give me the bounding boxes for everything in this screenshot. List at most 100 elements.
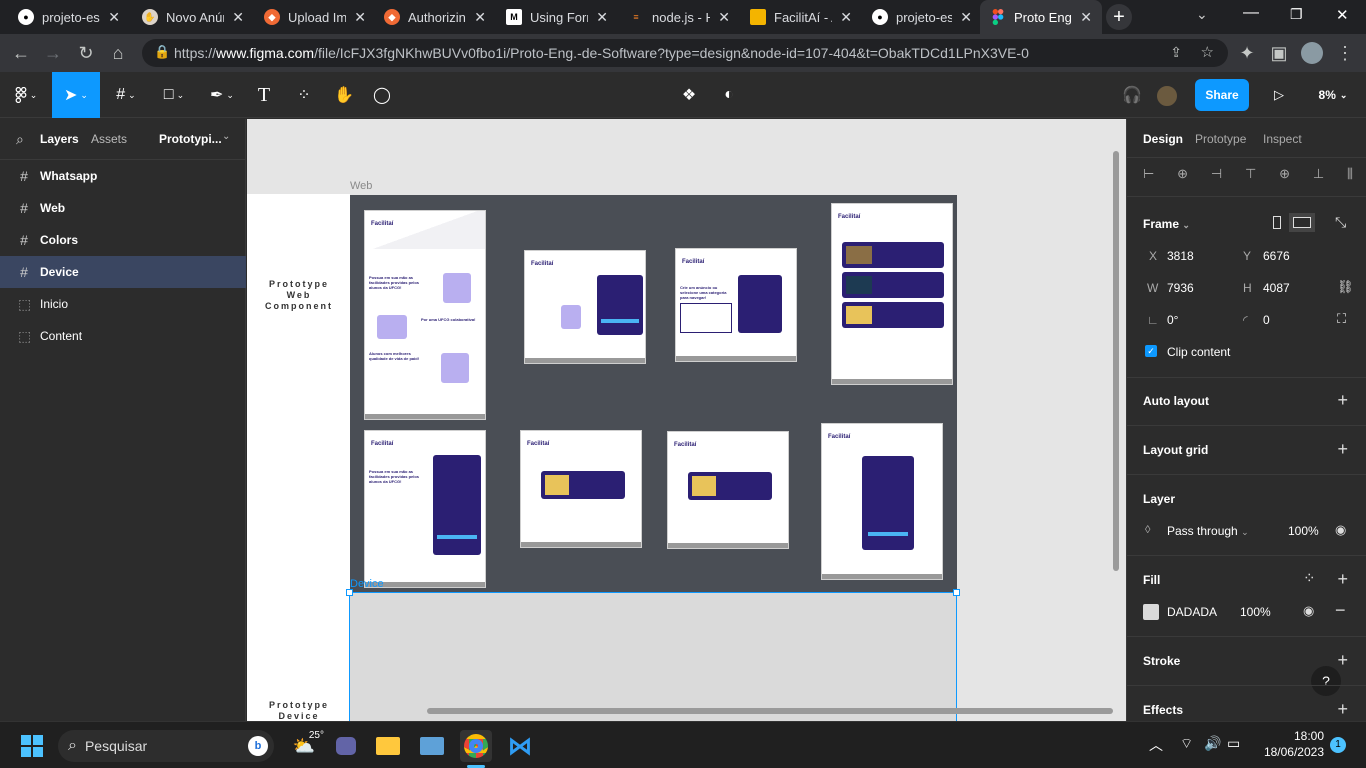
fill-hex-input[interactable]: DADADA bbox=[1167, 605, 1217, 619]
file-explorer-icon[interactable] bbox=[372, 730, 404, 762]
forward-icon[interactable]: → bbox=[42, 42, 64, 64]
layer-opacity-input[interactable]: 100% bbox=[1288, 524, 1319, 538]
hand-tool-icon[interactable]: ✋ bbox=[328, 72, 360, 118]
mockup-category-page[interactable]: Facilitaí Crie um anúncio ou selecione u… bbox=[675, 248, 797, 362]
radius-input[interactable]: 0 bbox=[1263, 313, 1270, 327]
align-center-h-icon[interactable]: ⊕ bbox=[1177, 166, 1188, 182]
layer-whatsapp[interactable]: # Whatsapp bbox=[0, 160, 246, 192]
tab-9-active[interactable]: Proto Eng. ✕ bbox=[980, 0, 1102, 34]
close-window-icon[interactable]: ✕ bbox=[1336, 6, 1349, 24]
volume-icon[interactable]: 🔊 bbox=[1204, 735, 1221, 752]
profile-avatar[interactable] bbox=[1301, 42, 1323, 64]
mockup-upload-page-2[interactable]: Facilitaí bbox=[667, 431, 789, 549]
share-button[interactable]: Share bbox=[1195, 79, 1249, 111]
frame-dropdown[interactable]: Frame ⌄ bbox=[1143, 217, 1190, 231]
add-fill-icon[interactable]: + bbox=[1337, 569, 1348, 590]
mockup-profile-page[interactable]: Facilitaí bbox=[821, 423, 943, 580]
zoom-dropdown[interactable]: 8% ⌄ bbox=[1310, 72, 1356, 118]
vscode-icon[interactable]: ⋈ bbox=[504, 730, 536, 762]
layer-content[interactable]: ⬚ Content bbox=[0, 320, 246, 352]
tab-5[interactable]: M Using Forr ✕ bbox=[496, 0, 618, 34]
mockup-login-page[interactable]: Facilitaí bbox=[524, 250, 646, 364]
move-tool-icon[interactable]: ➤ ⌄ bbox=[52, 72, 100, 118]
notification-badge[interactable]: 1 bbox=[1330, 737, 1346, 753]
tab-7[interactable]: FacilitAí - A ✕ bbox=[740, 0, 862, 34]
blend-mode-dropdown[interactable]: Pass through ⌄ bbox=[1167, 524, 1249, 538]
photos-icon[interactable] bbox=[416, 730, 448, 762]
url-input[interactable]: 🔒 https://www.figma.com/file/IcFJX3fgNKh… bbox=[142, 39, 1228, 67]
reload-icon[interactable]: ↻ bbox=[75, 42, 97, 64]
present-play-icon[interactable]: ▷ bbox=[1264, 72, 1294, 118]
web-frame[interactable]: Facilitaí Possua em sua mão as facilidad… bbox=[350, 195, 957, 592]
pen-tool-icon[interactable]: ✒ ⌄ bbox=[200, 72, 244, 118]
tab-inspect[interactable]: Inspect bbox=[1263, 132, 1302, 146]
headphones-icon[interactable]: 🎧 bbox=[1116, 72, 1148, 118]
tab-6[interactable]: ≡ node.js - H ✕ bbox=[618, 0, 740, 34]
close-tab-icon[interactable]: ✕ bbox=[474, 9, 486, 26]
portrait-icon[interactable] bbox=[1273, 216, 1281, 229]
bookmark-star-icon[interactable]: ☆ bbox=[1201, 43, 1214, 61]
mockup-home-page[interactable]: Facilitaí Possua em sua mão as facilidad… bbox=[364, 210, 486, 420]
close-tab-icon[interactable]: ✕ bbox=[108, 9, 120, 26]
fill-opacity-input[interactable]: 100% bbox=[1240, 605, 1271, 619]
tab-prototype[interactable]: Prototype bbox=[1195, 132, 1246, 146]
layer-web[interactable]: # Web bbox=[0, 192, 246, 224]
new-tab-button[interactable]: + bbox=[1106, 4, 1132, 30]
resize-to-fit-icon[interactable]: ⤡ bbox=[1335, 214, 1346, 231]
layer-inicio[interactable]: ⬚ Inicio bbox=[0, 288, 246, 320]
y-input[interactable]: 6676 bbox=[1263, 249, 1290, 263]
text-tool-icon[interactable]: T bbox=[248, 72, 280, 118]
wifi-icon[interactable]: ⌔ bbox=[1180, 735, 1193, 753]
x-input[interactable]: 3818 bbox=[1167, 249, 1194, 263]
close-tab-icon[interactable]: ✕ bbox=[960, 9, 972, 26]
width-input[interactable]: 7936 bbox=[1167, 281, 1194, 295]
tab-assets[interactable]: Assets bbox=[91, 132, 127, 146]
user-avatar[interactable] bbox=[1155, 84, 1179, 108]
teams-icon[interactable] bbox=[330, 730, 362, 762]
close-tab-icon[interactable]: ✕ bbox=[1080, 9, 1092, 26]
add-stroke-icon[interactable]: + bbox=[1337, 650, 1348, 671]
fill-color-swatch[interactable] bbox=[1143, 604, 1159, 620]
independent-corners-icon[interactable]: ⛶ bbox=[1337, 311, 1346, 327]
frame-label-device[interactable]: Device bbox=[350, 578, 384, 590]
distribute-icon[interactable]: ⫼ bbox=[1347, 166, 1353, 182]
fill-styles-icon[interactable]: ⁘ bbox=[1303, 569, 1316, 587]
rotation-input[interactable]: 0° bbox=[1167, 313, 1178, 327]
help-button[interactable]: ? bbox=[1311, 666, 1341, 696]
frame-label-web[interactable]: Web bbox=[350, 180, 372, 192]
clip-content-checkbox[interactable]: ✓ bbox=[1145, 345, 1157, 357]
shape-tool-icon[interactable]: □ ⌄ bbox=[152, 72, 196, 118]
home-icon[interactable]: ⌂ bbox=[107, 42, 129, 64]
height-input[interactable]: 4087 bbox=[1263, 281, 1290, 295]
fill-visibility-eye-icon[interactable]: ◉ bbox=[1303, 603, 1314, 619]
page-dropdown[interactable]: Prototypi... bbox=[159, 132, 222, 146]
tab-8[interactable]: ● projeto-es ✕ bbox=[862, 0, 982, 34]
tab-design[interactable]: Design bbox=[1143, 132, 1183, 146]
windows-start-icon[interactable] bbox=[16, 730, 48, 762]
tab-3[interactable]: ◆ Upload Im ✕ bbox=[254, 0, 376, 34]
chevron-up-icon[interactable]: ︿ bbox=[1149, 735, 1163, 755]
resize-handle[interactable] bbox=[346, 589, 353, 596]
comment-tool-icon[interactable]: ◯ bbox=[366, 72, 398, 118]
align-right-icon[interactable]: ⊣ bbox=[1211, 166, 1222, 182]
close-tab-icon[interactable]: ✕ bbox=[354, 9, 366, 26]
add-layout-grid-icon[interactable]: + bbox=[1337, 439, 1348, 460]
frame-tool-icon[interactable]: # ⌄ bbox=[104, 72, 148, 118]
layer-device[interactable]: # Device bbox=[0, 256, 246, 288]
close-tab-icon[interactable]: ✕ bbox=[840, 9, 852, 26]
horizontal-scrollbar[interactable] bbox=[427, 708, 1113, 714]
tab-2[interactable]: ✋ Novo Anún ✕ bbox=[132, 0, 254, 34]
share-page-icon[interactable]: ⇪ bbox=[1170, 44, 1182, 61]
close-tab-icon[interactable]: ✕ bbox=[718, 9, 730, 26]
figma-menu-icon[interactable]: ⌄ bbox=[6, 72, 46, 118]
minimize-icon[interactable]: — bbox=[1243, 4, 1259, 22]
mockup-register-page[interactable]: Facilitaí Possua em sua mão as facilidad… bbox=[364, 430, 486, 588]
sidepanel-icon[interactable]: ▣ bbox=[1268, 42, 1290, 64]
vertical-scrollbar[interactable] bbox=[1113, 151, 1119, 571]
menu-kebab-icon[interactable]: ⋮ bbox=[1334, 42, 1356, 64]
tab-search-icon[interactable]: ⌄ bbox=[1196, 6, 1208, 23]
contrast-icon[interactable]: ◐ bbox=[713, 72, 745, 118]
add-effect-icon[interactable]: + bbox=[1337, 699, 1348, 720]
components-icon[interactable]: ❖ bbox=[673, 72, 705, 118]
design-canvas[interactable]: Web Prototype Web Component Prototype De… bbox=[247, 119, 1126, 721]
